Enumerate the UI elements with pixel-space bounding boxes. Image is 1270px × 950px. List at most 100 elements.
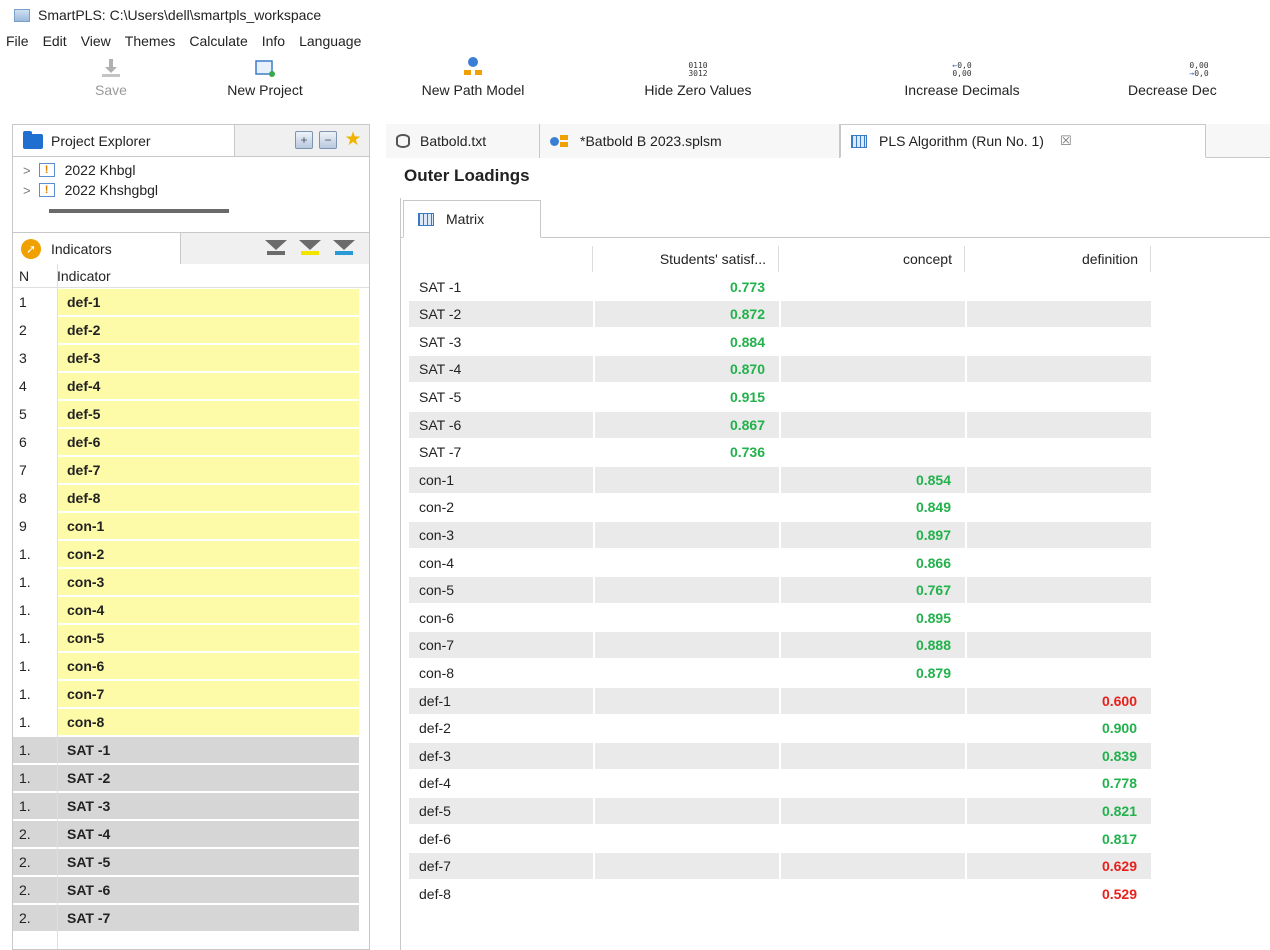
tab-pls-algorithm[interactable]: PLS Algorithm (Run No. 1) ☒ xyxy=(840,124,1206,158)
loading-value: 0.849 xyxy=(915,499,951,516)
indicator-row[interactable]: 1. con-6 xyxy=(13,652,369,680)
menu-file[interactable]: File xyxy=(6,33,29,49)
project-explorer-tabbar: Project Explorer + − ★ xyxy=(12,124,370,157)
indicator-row[interactable]: 1. SAT -3 xyxy=(13,792,369,820)
warning-icon: ! xyxy=(38,183,55,197)
indicator-row[interactable]: 2. SAT -6 xyxy=(13,876,369,904)
indicator-row[interactable]: 1. SAT -2 xyxy=(13,764,369,792)
expand-all-icon[interactable]: + xyxy=(295,131,313,149)
project-item[interactable]: > ! 2022 Khshgbgl xyxy=(23,181,158,199)
tab-indicators[interactable]: ➚ Indicators xyxy=(13,233,181,265)
filter-icon[interactable] xyxy=(265,240,287,256)
tab-project-explorer[interactable]: Project Explorer xyxy=(13,125,235,157)
indicator-row[interactable]: 4 def-4 xyxy=(13,372,369,400)
indicator-name: con-1 xyxy=(57,513,359,539)
loading-cell xyxy=(595,715,779,741)
increase-decimals-button[interactable]: ←0,0 0,00 Increase Decimals xyxy=(872,52,1052,112)
indicator-row[interactable]: 1. con-5 xyxy=(13,624,369,652)
loading-cell xyxy=(781,742,965,769)
loading-cell xyxy=(781,826,965,852)
loading-cell xyxy=(967,466,1151,493)
chevron-right-icon[interactable]: > xyxy=(23,163,31,178)
hide-zero-icon: 0110 3012 xyxy=(688,61,708,78)
loading-value: 0.600 xyxy=(1101,692,1137,709)
loading-cell xyxy=(967,329,1151,355)
column-header[interactable]: concept xyxy=(781,246,965,272)
indicator-number: 1. xyxy=(13,737,57,763)
indicator-number: 1. xyxy=(13,765,57,791)
indicator-row[interactable]: 5 def-5 xyxy=(13,400,369,428)
indicator-number: 3 xyxy=(19,350,27,366)
save-label: Save xyxy=(95,82,127,98)
indicator-row[interactable]: 2. SAT -7 xyxy=(13,904,369,932)
collapse-all-icon[interactable]: − xyxy=(319,131,337,149)
loading-cell: 0.888 xyxy=(781,632,965,659)
indicator-row[interactable]: 1. con-3 xyxy=(13,568,369,596)
indicator-row[interactable]: 2. SAT -5 xyxy=(13,848,369,876)
loading-cell: 0.866 xyxy=(781,550,965,576)
indicator-name: def-4 xyxy=(57,373,359,399)
loading-cell xyxy=(595,770,779,796)
loading-value: 0.817 xyxy=(1101,830,1137,847)
filter-blue-icon[interactable] xyxy=(333,240,355,256)
indicator-row[interactable]: 1. con-7 xyxy=(13,680,369,708)
row-label: def-1 xyxy=(409,687,593,714)
save-button[interactable]: Save xyxy=(86,52,136,112)
project-item[interactable]: > ! 2022 Khbgl xyxy=(23,161,135,179)
tab-batbold-txt[interactable]: Batbold.txt xyxy=(386,124,540,158)
row-label: def-8 xyxy=(419,885,451,902)
horizontal-scrollbar[interactable] xyxy=(49,209,229,213)
indicator-row[interactable]: 2. SAT -4 xyxy=(13,820,369,848)
hide-zero-values-button[interactable]: 0110 3012 Hide Zero Values xyxy=(624,52,772,112)
menu-language[interactable]: Language xyxy=(299,33,361,49)
star-icon[interactable]: ★ xyxy=(343,130,363,151)
tab-matrix[interactable]: Matrix xyxy=(403,200,541,238)
loading-value: 0.895 xyxy=(915,609,951,626)
new-path-model-button[interactable]: New Path Model xyxy=(390,52,556,112)
indicator-row[interactable]: 7 def-7 xyxy=(13,456,369,484)
close-icon[interactable]: ☒ xyxy=(1060,133,1072,149)
table-row: SAT -2 0.872 xyxy=(409,301,1153,328)
loading-cell xyxy=(781,384,965,410)
row-label: con-2 xyxy=(419,499,455,516)
loading-value: 0.872 xyxy=(729,306,765,323)
table-row: SAT -5 0.915 xyxy=(409,384,1153,410)
indicator-row[interactable]: 1. con-8 xyxy=(13,708,369,736)
indicator-row[interactable]: 2 def-2 xyxy=(13,316,369,344)
indicator-number: 2. xyxy=(13,877,57,903)
indicator-row[interactable]: 8 def-8 xyxy=(13,484,369,512)
menu-calculate[interactable]: Calculate xyxy=(189,33,247,49)
title-bar: SmartPLS: C:\Users\dell\smartpls_workspa… xyxy=(0,0,1270,30)
header-corner xyxy=(409,246,593,272)
window-title: SmartPLS: C:\Users\dell\smartpls_workspa… xyxy=(38,7,322,23)
menu-edit[interactable]: Edit xyxy=(43,33,67,49)
loading-cell xyxy=(595,550,779,576)
indicator-row[interactable]: 3 def-3 xyxy=(13,344,369,372)
filter-yellow-icon[interactable] xyxy=(299,240,321,256)
tab-path-model[interactable]: *Batbold B 2023.splsm xyxy=(540,124,840,158)
editor-tabbar: Batbold.txt *Batbold B 2023.splsm PLS Al… xyxy=(386,124,1270,158)
table-row: def-3 0.839 xyxy=(409,742,1153,769)
indicator-row[interactable]: 1 def-1 xyxy=(13,288,369,316)
loading-cell xyxy=(595,632,779,659)
column-header[interactable]: definition xyxy=(967,246,1151,272)
loading-cell xyxy=(595,660,779,686)
indicator-name: def-6 xyxy=(57,429,359,455)
indicator-row[interactable]: 1. con-2 xyxy=(13,540,369,568)
indicator-row[interactable]: 1. SAT -1 xyxy=(13,736,369,764)
indicator-row[interactable]: 9 con-1 xyxy=(13,512,369,540)
indicator-row[interactable]: 1. con-4 xyxy=(13,596,369,624)
menu-themes[interactable]: Themes xyxy=(125,33,176,49)
new-project-button[interactable]: New Project xyxy=(202,52,328,112)
column-header[interactable]: Students' satisf... xyxy=(595,246,779,272)
menu-info[interactable]: Info xyxy=(262,33,285,49)
decrease-decimals-button[interactable]: 0,00 →0,0 Decrease Dec xyxy=(1128,52,1270,112)
matrix-header-row: Students' satisf... concept definition xyxy=(409,246,1153,272)
matrix-tabbar: Matrix xyxy=(401,198,1270,238)
hide-zero-label: Hide Zero Values xyxy=(644,82,752,98)
loading-cell xyxy=(967,356,1151,383)
loading-cell: 0.778 xyxy=(967,770,1151,796)
chevron-right-icon[interactable]: > xyxy=(23,183,31,198)
indicator-row[interactable]: 6 def-6 xyxy=(13,428,369,456)
menu-view[interactable]: View xyxy=(81,33,111,49)
